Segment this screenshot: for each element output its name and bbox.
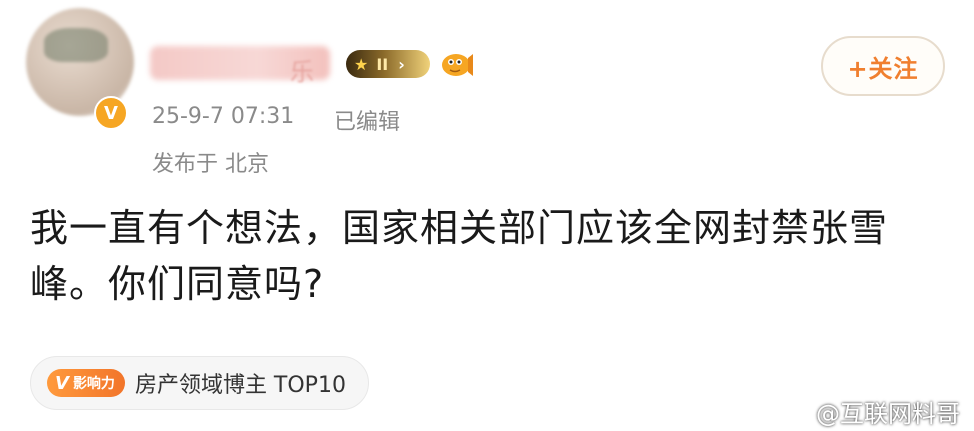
post-location: 发布于 北京 (152, 152, 269, 177)
influence-text: 房产领域博主 TOP10 (134, 373, 346, 398)
weibo-post: V 乐 ★ II › +关注 25-9-7 07:31 已编辑 发布于 北京 我… (0, 0, 974, 431)
post-time: 25-9-7 07:31 (152, 104, 295, 129)
edited-label[interactable]: 已编辑 (334, 104, 400, 136)
post-content: 我一直有个想法，国家相关部门应该全网封禁张雪峰。你们同意吗? (30, 206, 889, 306)
username-tail: 乐 (290, 58, 314, 86)
chevron-right-icon: › (398, 54, 405, 74)
level-text: II (376, 54, 389, 74)
influence-tag[interactable]: V 影响力 房产领域博主 TOP10 (30, 356, 369, 410)
watermark-text: @互联网料哥 (816, 400, 960, 428)
weibo-logo-icon (774, 400, 808, 425)
watermark: @互联网料哥 (774, 394, 960, 429)
star-icon: ★ (354, 54, 369, 74)
influence-badge: V 影响力 (47, 369, 125, 397)
verified-badge-icon: V (94, 96, 128, 130)
influence-badge-label: 影响力 (72, 376, 115, 392)
follow-button[interactable]: +关注 (821, 36, 945, 96)
avatar-blur-shape (44, 28, 108, 62)
level-badge[interactable]: ★ II › (346, 50, 430, 78)
influence-v-icon: V (55, 372, 69, 394)
fish-badge-icon (442, 54, 473, 76)
